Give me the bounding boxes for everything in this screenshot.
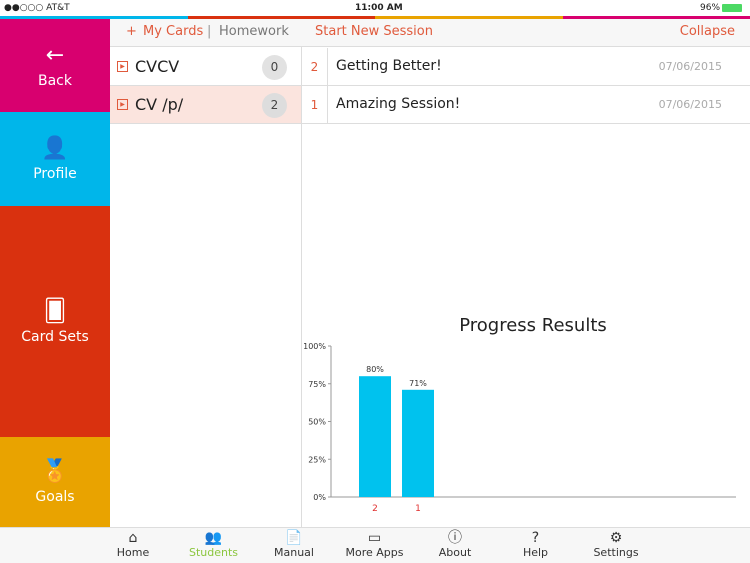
- y-tick-label: 75%: [308, 380, 326, 389]
- info-icon: ⓘ: [448, 530, 462, 546]
- document-icon: 📄: [285, 530, 303, 546]
- bar: [359, 376, 391, 497]
- tab-label: Help: [522, 546, 549, 559]
- x-tick-label: 2: [372, 504, 378, 514]
- tab-manual[interactable]: 📄 Manual: [254, 530, 334, 559]
- gear-icon: ⚙: [609, 530, 623, 546]
- tab-bar: ⌂ Home 👥 Students 📄 Manual ▭ More Apps ⓘ About? He…: [0, 527, 750, 563]
- y-tick-label: 100%: [303, 342, 326, 351]
- tablet-icon: ▭: [367, 530, 382, 546]
- tab-label: Students: [188, 546, 239, 559]
- progress-chart: Progress Results 0% 25% 50% 75% 100% 80% 2 71% 1: [303, 315, 736, 514]
- tab-home[interactable]: ⌂ Home: [93, 530, 173, 559]
- tab-label: Settings: [593, 546, 639, 559]
- y-tick-label: 25%: [308, 455, 326, 464]
- tab-label: Manual: [274, 546, 314, 559]
- data-label: 71%: [409, 379, 427, 388]
- y-tick-label: 0%: [313, 493, 326, 502]
- students-icon: 👥: [204, 530, 223, 546]
- tab-more-apps[interactable]: ▭ More Apps: [335, 530, 415, 559]
- y-tick-label: 50%: [308, 418, 326, 427]
- chart-title: Progress Results: [459, 315, 607, 336]
- data-label: 80%: [366, 365, 384, 374]
- help-icon: ?: [531, 530, 540, 546]
- tab-settings[interactable]: ⚙ Settings: [576, 530, 656, 559]
- home-icon: ⌂: [128, 530, 138, 546]
- tab-label: More Apps: [345, 546, 404, 559]
- tab-label: Home: [116, 546, 150, 559]
- tab-label: About: [438, 546, 472, 559]
- bar: [402, 389, 434, 497]
- tab-about[interactable]: ⓘ About: [415, 530, 495, 559]
- tab-help[interactable]: ? Help: [496, 530, 576, 559]
- tab-students[interactable]: 👥 Students: [174, 530, 254, 559]
- x-tick-label: 1: [415, 504, 421, 514]
